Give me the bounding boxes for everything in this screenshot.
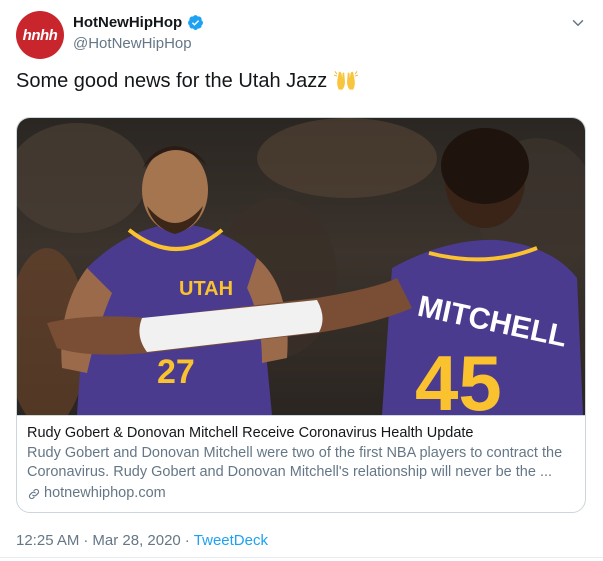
chevron-down-icon[interactable] [569, 14, 587, 32]
card-description: Rudy Gobert and Donovan Mitchell were tw… [27, 445, 563, 480]
divider [0, 557, 603, 558]
avatar-text: hnhh [22, 26, 58, 44]
meta-separator: · [184, 532, 190, 549]
left-jersey-number: 27 [157, 353, 195, 391]
tweet-text-content: Some good news for the Utah Jazz [16, 70, 328, 92]
tweet-source-link[interactable]: TweetDeck [194, 532, 268, 549]
tweet-meta: 12:25 AM · Mar 28, 2020 · TweetDeck [16, 532, 268, 549]
tweet-time[interactable]: 12:25 AM [16, 532, 79, 549]
card-link[interactable]: hotnewhiphop.com [27, 484, 575, 503]
link-icon [28, 488, 40, 499]
card-domain: hotnewhiphop.com [44, 485, 166, 501]
raised-hands-emoji-icon [334, 71, 359, 90]
verified-badge-icon [188, 15, 204, 30]
basketball-players-illustration: UTAH 27 MITCHELL 45 [17, 118, 585, 415]
left-jersey-team: UTAH [179, 278, 233, 300]
card-title: Rudy Gobert & Donovan Mitchell Receive C… [27, 425, 474, 441]
author-name-row: HotNewHipHop [73, 14, 204, 31]
display-name[interactable]: HotNewHipHop [73, 14, 182, 31]
handle[interactable]: @HotNewHipHop [73, 35, 192, 52]
link-card[interactable]: UTAH 27 MITCHELL 45 Rudy Gobert & Donova… [16, 117, 586, 513]
tweet-text: Some good news for the Utah Jazz [16, 67, 359, 95]
meta-separator: · [83, 532, 89, 549]
tweet-date[interactable]: Mar 28, 2020 [92, 532, 180, 549]
avatar[interactable]: hnhh [16, 11, 64, 59]
right-jersey-number: 45 [415, 339, 502, 415]
tweet: hnhh HotNewHipHop @HotNewHipHop Some goo… [0, 0, 603, 561]
card-image: UTAH 27 MITCHELL 45 [17, 118, 585, 415]
card-body: Rudy Gobert & Donovan Mitchell Receive C… [17, 415, 585, 503]
